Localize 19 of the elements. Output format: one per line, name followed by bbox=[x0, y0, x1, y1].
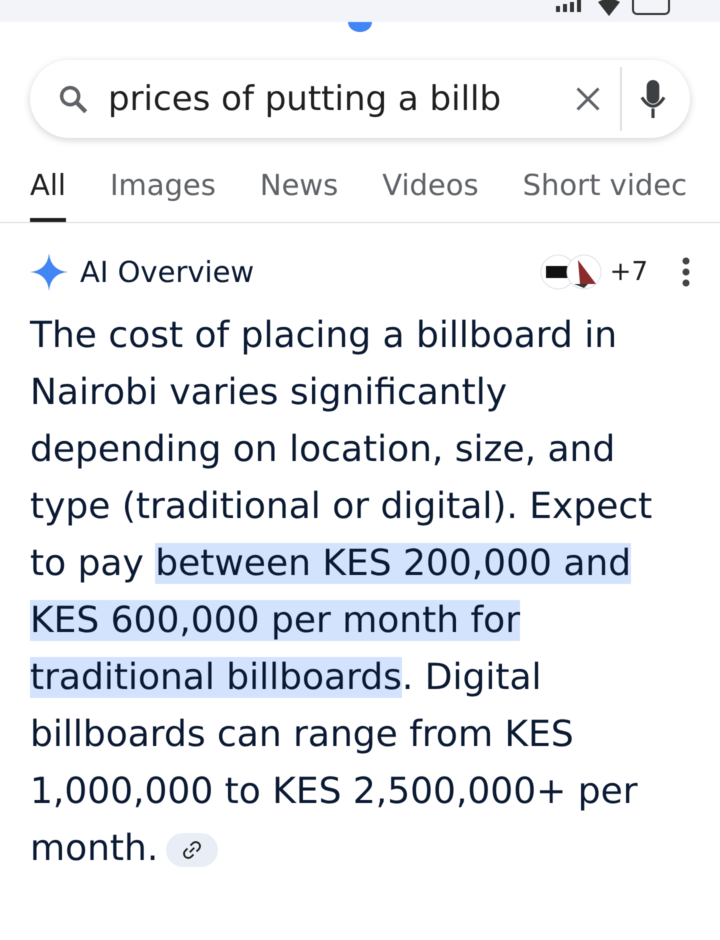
search-field[interactable]: prices of putting a billb bbox=[30, 60, 690, 138]
more-options-icon[interactable] bbox=[682, 257, 690, 287]
source-logos-icon[interactable] bbox=[540, 254, 604, 290]
search-tab[interactable]: Images bbox=[110, 162, 216, 222]
link-button[interactable] bbox=[166, 833, 218, 868]
microphone-icon[interactable] bbox=[640, 80, 666, 118]
link-icon bbox=[183, 841, 202, 860]
close-icon[interactable] bbox=[574, 85, 602, 113]
wifi-icon bbox=[596, 0, 622, 16]
sparkle-icon bbox=[30, 253, 68, 291]
search-tab[interactable]: Short videc bbox=[522, 162, 688, 222]
search-tab[interactable]: Videos bbox=[382, 162, 479, 222]
overview-text: The cost of placing a billboard in Nairobi varies significantly depending on location, size, and type (traditional or digital). Expect to pay between KES 200,000 and KES 600,000 per month for traditional billboards. Digital billboards can range from KES 1,000,000 to KES 2,500,000+ per month. bbox=[30, 314, 654, 871]
loading-icon bbox=[348, 22, 372, 32]
search-tab[interactable]: All bbox=[30, 162, 66, 222]
section-title: AI Overview bbox=[80, 255, 256, 289]
battery-icon bbox=[632, 0, 672, 16]
more-sources-count[interactable]: +7 bbox=[610, 257, 648, 287]
search-tab[interactable]: News bbox=[260, 162, 338, 222]
